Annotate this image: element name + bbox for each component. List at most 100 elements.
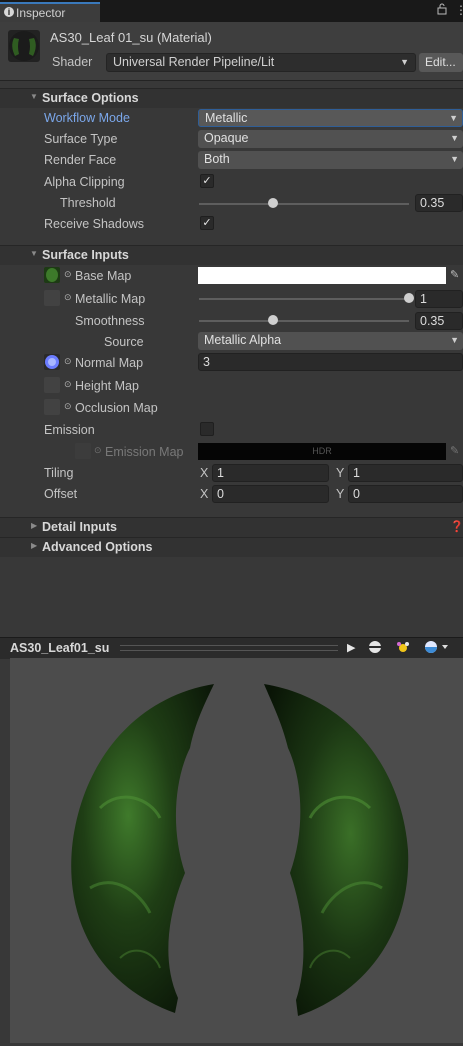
emission-map-label: Emission Map [105, 445, 184, 459]
metallic-slider-knob[interactable] [404, 293, 414, 303]
tiling-x-field[interactable]: 1 [212, 464, 329, 482]
foldout-expanded-icon: ▼ [30, 249, 38, 258]
smoothness-slider-track[interactable] [199, 320, 409, 322]
surface-type-label: Surface Type [44, 132, 118, 146]
foldout-collapsed-icon: ▶ [31, 521, 38, 530]
source-label: Source [104, 335, 144, 349]
preview-shape-dropdown-icon[interactable] [424, 640, 452, 657]
height-map-thumbnail[interactable] [44, 377, 60, 393]
material-preview-icon [8, 30, 40, 62]
tiling-label: Tiling [44, 466, 74, 480]
object-picker-dot-icon[interactable]: ⊙ [64, 292, 72, 303]
shader-dropdown[interactable]: Universal Render Pipeline/Lit ▼ [106, 53, 416, 72]
emission-label: Emission [44, 423, 95, 437]
preview-drag-handle[interactable] [120, 645, 338, 651]
object-picker-dot-icon[interactable]: ⊙ [64, 269, 72, 280]
metallic-map-thumbnail[interactable] [44, 290, 60, 306]
offset-x-field[interactable]: 0 [212, 485, 329, 503]
help-icon[interactable]: ❓ [450, 520, 463, 533]
edit-shader-button[interactable]: Edit... [419, 53, 463, 72]
source-value: Metallic Alpha [204, 333, 282, 347]
material-title: AS30_Leaf 01_su (Material) [50, 30, 212, 45]
light-icon[interactable] [395, 640, 411, 657]
height-map-label: Height Map [75, 379, 139, 393]
surface-inputs-title: Surface Inputs [42, 248, 129, 262]
chevron-down-icon: ▼ [450, 335, 459, 345]
info-icon: i [4, 7, 14, 17]
chevron-down-icon: ▼ [450, 133, 459, 143]
threshold-label: Threshold [60, 196, 116, 210]
receive-shadows-checkbox[interactable]: ✓ [200, 216, 214, 230]
render-face-value: Both [204, 152, 230, 166]
preview-title: AS30_Leaf01_su [10, 641, 110, 655]
tiling-x-label: X [200, 466, 209, 480]
emission-checkbox[interactable] [200, 422, 214, 436]
eyedropper-icon[interactable]: ✎ [450, 268, 459, 281]
surface-inputs-header[interactable]: ▼ Surface Inputs [0, 245, 463, 265]
base-map-color-swatch[interactable] [198, 267, 446, 284]
kebab-menu-icon[interactable]: ⋮ [455, 3, 463, 17]
occlusion-map-label: Occlusion Map [75, 401, 158, 415]
render-face-label: Render Face [44, 153, 117, 167]
surface-options-title: Surface Options [42, 91, 139, 105]
checkmark-icon: ✓ [202, 217, 212, 229]
material-preview-viewport[interactable] [10, 658, 463, 1043]
normal-map-thumbnail[interactable] [44, 354, 60, 370]
render-face-dropdown[interactable]: Both ▼ [198, 151, 463, 169]
checkmark-icon: ✓ [202, 175, 212, 187]
offset-y-field[interactable]: 0 [348, 485, 463, 503]
metallic-slider-track[interactable] [199, 298, 409, 300]
alpha-clipping-checkbox[interactable]: ✓ [200, 174, 214, 188]
shader-value: Universal Render Pipeline/Lit [113, 55, 275, 69]
normal-map-label: Normal Map [75, 356, 144, 370]
chevron-down-icon: ▼ [450, 154, 459, 164]
tiling-y-field[interactable]: 1 [348, 464, 463, 482]
tiling-y-label: Y [336, 466, 345, 480]
leaf-sphere-preview [71, 684, 409, 1016]
play-icon[interactable]: ▶ [347, 641, 355, 654]
source-dropdown[interactable]: Metallic Alpha ▼ [198, 332, 463, 350]
surface-type-dropdown[interactable]: Opaque ▼ [198, 130, 463, 148]
base-map-thumbnail[interactable] [44, 267, 60, 283]
metallic-map-label: Metallic Map [75, 292, 146, 306]
detail-inputs-header[interactable]: ▶ Detail Inputs ❓ [0, 517, 463, 537]
emission-map-thumbnail[interactable] [75, 443, 91, 459]
lock-icon[interactable] [437, 3, 447, 18]
advanced-options-header[interactable]: ▶ Advanced Options [0, 537, 463, 557]
inspector-tab-bar: i Inspector ⋮ [0, 0, 463, 22]
foldout-expanded-icon: ▼ [30, 92, 38, 101]
chevron-down-icon: ▼ [449, 113, 458, 123]
threshold-field[interactable]: 0.35 [415, 194, 463, 212]
offset-y-label: Y [336, 487, 345, 501]
metallic-field[interactable]: 1 [415, 290, 463, 308]
advanced-options-title: Advanced Options [42, 540, 153, 554]
smoothness-field[interactable]: 0.35 [415, 312, 463, 330]
threshold-slider-knob[interactable] [267, 198, 278, 208]
object-picker-dot-icon[interactable]: ⊙ [64, 379, 72, 390]
alpha-clipping-label: Alpha Clipping [44, 175, 125, 189]
occlusion-map-thumbnail[interactable] [44, 399, 60, 415]
sphere-icon[interactable] [368, 640, 382, 657]
preview-toolbar: AS30_Leaf01_su ▶ [0, 637, 463, 659]
base-map-label: Base Map [75, 269, 132, 283]
surface-type-value: Opaque [204, 131, 249, 145]
receive-shadows-label: Receive Shadows [44, 217, 145, 231]
emission-hdr-color-field[interactable]: HDR [198, 443, 446, 460]
workflow-mode-value: Metallic [205, 111, 248, 125]
workflow-mode-dropdown[interactable]: Metallic ▼ [198, 109, 463, 127]
chevron-down-icon: ▼ [400, 57, 409, 67]
normal-scale-field[interactable]: 3 [198, 353, 463, 371]
object-picker-dot-icon[interactable]: ⊙ [64, 401, 72, 412]
object-picker-dot-icon[interactable]: ⊙ [94, 445, 102, 456]
material-header: AS30_Leaf 01_su (Material) ❓ ⇄ Shader Un… [0, 22, 463, 81]
inspector-tab[interactable]: i Inspector [0, 2, 100, 22]
workflow-mode-label: Workflow Mode [44, 111, 130, 125]
offset-x-label: X [200, 487, 209, 501]
offset-label: Offset [44, 487, 78, 501]
surface-options-header[interactable]: ▼ Surface Options [0, 88, 463, 108]
smoothness-slider-knob[interactable] [267, 315, 278, 325]
eyedropper-icon[interactable]: ✎ [450, 444, 459, 457]
threshold-slider-track[interactable] [199, 203, 409, 205]
smoothness-label: Smoothness [75, 314, 145, 328]
object-picker-dot-icon[interactable]: ⊙ [64, 356, 72, 367]
